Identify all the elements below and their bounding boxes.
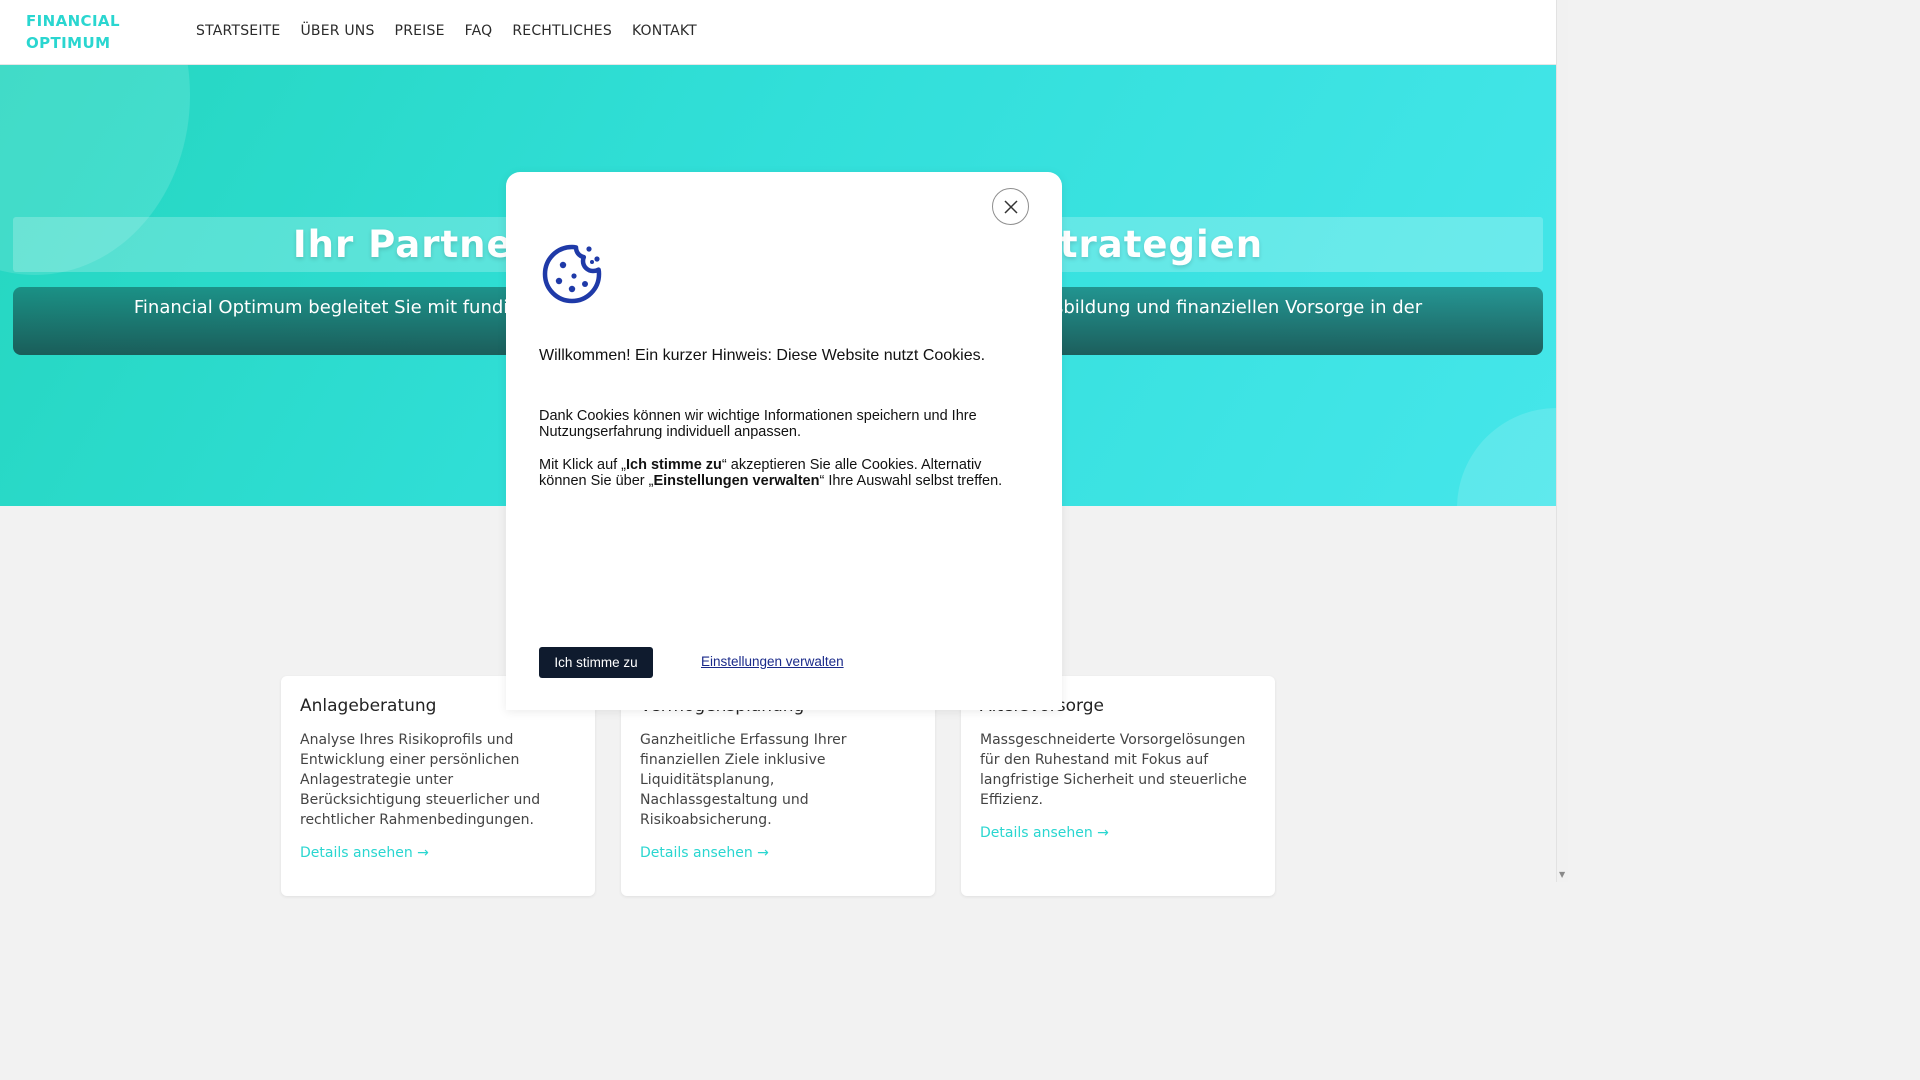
site-header: FINANCIAL OPTIMUM STARTSEITE ÜBER UNS PR… bbox=[0, 0, 1556, 65]
card-text: Massgeschneiderte Vorsorgelösungen für d… bbox=[980, 732, 1247, 808]
scroll-down-arrow-icon[interactable]: ▼ bbox=[1559, 870, 1565, 879]
nav-item-kontakt[interactable]: KONTAKT bbox=[632, 23, 697, 39]
cookie-consent-dialog: Willkommen! Ein kurzer Hinweis: Diese We… bbox=[506, 172, 1062, 710]
brand-logo[interactable]: FINANCIAL OPTIMUM bbox=[26, 10, 156, 54]
nav-item-ueber-uns[interactable]: ÜBER UNS bbox=[300, 23, 374, 39]
card-details-link[interactable]: Details ansehen → bbox=[980, 825, 1109, 841]
card-text: Analyse Ihres Risikoprofils und Entwickl… bbox=[300, 732, 541, 828]
cookie-instructions: Mit Klick auf „Ich stimme zu“ akzeptiere… bbox=[539, 457, 1029, 489]
cookie-description: Dank Cookies können wir wichtige Informa… bbox=[539, 408, 977, 440]
cookie-instructions-part: “ Ihre Auswahl selbst treffen. bbox=[819, 473, 1003, 489]
brand-line-1: FINANCIAL bbox=[26, 12, 120, 30]
nav-item-faq[interactable]: FAQ bbox=[465, 23, 493, 39]
accept-cookies-button[interactable]: Ich stimme zu bbox=[539, 647, 653, 678]
cookie-icon bbox=[542, 244, 602, 304]
cookie-instructions-accept-ref: Ich stimme zu bbox=[626, 457, 722, 473]
card-details-link[interactable]: Details ansehen → bbox=[640, 845, 769, 861]
nav-item-startseite[interactable]: STARTSEITE bbox=[196, 23, 280, 39]
nav-item-preise[interactable]: PREISE bbox=[395, 23, 445, 39]
card-details-link[interactable]: Details ansehen → bbox=[300, 845, 429, 861]
hero-decor-circle bbox=[1457, 408, 1556, 506]
cookie-instructions-part: Mit Klick auf „ bbox=[539, 457, 627, 473]
close-icon bbox=[1003, 199, 1018, 214]
brand-line-2: OPTIMUM bbox=[26, 34, 111, 52]
close-button[interactable] bbox=[992, 188, 1029, 225]
card-text: Ganzheitliche Erfassung Ihrer finanziell… bbox=[640, 732, 847, 828]
cookie-heading: Willkommen! Ein kurzer Hinweis: Diese We… bbox=[539, 347, 986, 364]
page-scrollbar[interactable]: ▼ bbox=[1556, 0, 1568, 882]
nav-item-rechtliches[interactable]: RECHTLICHES bbox=[512, 23, 612, 39]
cookie-instructions-settings-ref: Einstellungen verwalten bbox=[653, 473, 820, 489]
manage-settings-link[interactable]: Einstellungen verwalten bbox=[701, 654, 844, 669]
main-nav: STARTSEITE ÜBER UNS PREISE FAQ RECHTLICH… bbox=[196, 23, 717, 39]
